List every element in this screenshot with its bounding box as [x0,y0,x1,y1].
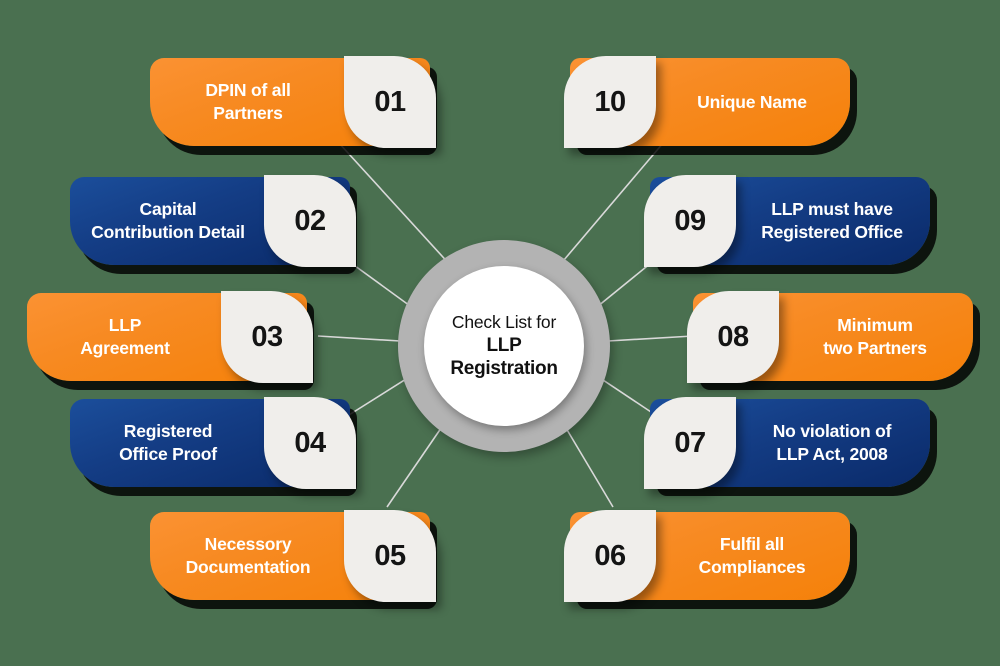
card-label-06: Fulfil all Compliances [654,512,850,600]
center-hub-ring: Check List for LLP Registration [398,240,610,452]
card-label-02-line-1: Capital [139,199,197,220]
checklist-card-02[interactable]: Capital Contribution Detail 02 [70,175,356,267]
card-label-10-line-1: Unique Name [697,91,807,112]
hub-title-line-1: Check List for [451,312,557,333]
card-number-05: 05 [344,510,436,602]
card-label-06-line-1: Fulfil all [719,534,785,555]
center-hub-label: Check List for LLP Registration [424,266,584,426]
hub-title-line-2: LLP [486,334,522,356]
checklist-card-10[interactable]: Unique Name 10 [564,56,850,148]
card-label-01: DPIN of all Partners [150,58,346,146]
card-number-07: 07 [644,397,736,489]
card-label-07: No violation of LLP Act, 2008 [734,399,930,487]
card-label-04-line-1: Registered [123,421,213,442]
card-label-09-line-2: Registered Office [761,222,903,242]
card-number-09: 09 [644,175,736,267]
card-number-04: 04 [264,397,356,489]
card-label-03-line-2: Agreement [80,338,170,358]
connector-line-05 [386,417,449,508]
card-label-03: LLP Agreement [27,293,223,381]
card-label-09-line-1: LLP must have [771,199,893,220]
checklist-card-03[interactable]: LLP Agreement 03 [27,291,313,383]
card-number-08: 08 [687,291,779,383]
card-label-05: Necessory Documentation [150,512,346,600]
card-label-08-line-1: Minimum [837,315,913,336]
card-label-02: Capital Contribution Detail [70,177,266,265]
card-label-04: Registered Office Proof [70,399,266,487]
connector-line-06 [559,417,614,508]
connector-line-03 [317,335,401,342]
card-label-01-line-2: Partners [213,103,283,123]
card-label-08-line-2: two Partners [823,338,927,358]
card-label-05-line-1: Necessory [204,534,292,555]
checklist-card-05[interactable]: Necessory Documentation 05 [150,510,436,602]
checklist-card-01[interactable]: DPIN of all Partners 01 [150,56,436,148]
checklist-card-09[interactable]: LLP must have Registered Office 09 [644,175,930,267]
checklist-card-06[interactable]: Fulfil all Compliances 06 [564,510,850,602]
card-label-07-line-1: No violation of [772,421,892,442]
card-label-09: LLP must have Registered Office [734,177,930,265]
card-number-02: 02 [264,175,356,267]
card-label-06-line-2: Compliances [698,557,806,577]
hub-title-line-3: Registration [450,357,558,379]
card-label-04-line-2: Office Proof [119,444,217,464]
checklist-card-04[interactable]: Registered Office Proof 04 [70,397,356,489]
card-label-01-line-1: DPIN of all [205,80,291,101]
card-label-10: Unique Name [654,58,850,146]
card-number-03: 03 [221,291,313,383]
card-label-07-line-2: LLP Act, 2008 [776,444,888,464]
card-number-01: 01 [344,56,436,148]
card-label-03-line-1: LLP [108,315,142,336]
card-number-06: 06 [564,510,656,602]
checklist-card-07[interactable]: No violation of LLP Act, 2008 07 [644,397,930,489]
diagram-canvas: Check List for LLP Registration DPIN of … [0,0,1000,666]
connector-line-08 [607,335,694,342]
checklist-card-08[interactable]: Minimum two Partners 08 [687,291,973,383]
card-label-05-line-2: Documentation [185,557,311,577]
card-label-02-line-2: Contribution Detail [91,222,245,242]
card-label-08: Minimum two Partners [777,293,973,381]
card-number-10: 10 [564,56,656,148]
